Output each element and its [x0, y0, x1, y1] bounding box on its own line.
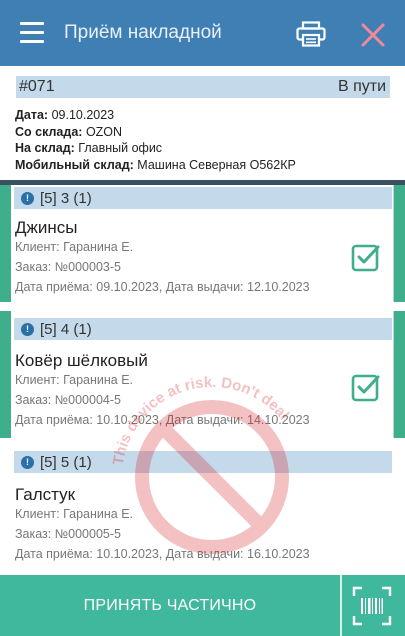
item-name: Ковёр шёлковый	[15, 351, 148, 370]
document-title-bar: #071 В пути	[16, 76, 390, 98]
menu-icon[interactable]	[20, 22, 44, 44]
item-accent-left	[0, 311, 11, 438]
accept-partially-button[interactable]: ПРИНЯТЬ ЧАСТИЧНО	[0, 575, 340, 636]
item-header: [5] 5 (1)	[40, 453, 92, 471]
page-title: Приём накладной	[64, 22, 222, 43]
document-status: В пути	[337, 78, 386, 95]
document-number: #071	[19, 78, 55, 95]
item-order: Заказ: №000003-5	[15, 260, 121, 274]
info-icon: !	[21, 455, 34, 469]
item-order: Заказ: №000005-5	[15, 527, 121, 541]
item-header-bar: ! [5] 3 (1)	[14, 187, 392, 209]
item-accent-left	[0, 185, 11, 302]
document-info: Дата: 09.10.2023 Со склада: OZON На скла…	[15, 107, 296, 173]
item-dates: Дата приёма: 10.10.2023, Дата выдачи: 16…	[15, 547, 310, 561]
item-order: Заказ: №000004-5	[15, 393, 121, 407]
item-header: [5] 3 (1)	[40, 189, 92, 207]
item-header-bar: ! [5] 5 (1)	[14, 451, 392, 473]
list-item[interactable]: ! [5] 3 (1) Джинсы Клиент: Гаранина Е. З…	[0, 185, 405, 302]
bottom-divider	[340, 575, 342, 636]
item-name: Галстук	[15, 485, 76, 504]
document-header: #071 В пути Дата: 09.10.2023 Со склада: …	[12, 72, 393, 178]
item-accent-right	[394, 185, 405, 302]
document-field-from: Со склада: OZON	[15, 124, 123, 139]
document-field-to: На склад: Главный офис	[15, 141, 163, 155]
list-item[interactable]: ! [5] 4 (1) Ковёр шёлковый Клиент: Гаран…	[0, 311, 405, 438]
item-client: Клиент: Гаранина Е.	[15, 240, 134, 254]
item-client: Клиент: Гаранина Е.	[15, 373, 134, 387]
printer-icon[interactable]	[296, 21, 326, 47]
list-item[interactable]: ! [5] 5 (1) Галстук Клиент: Гаранина Е. …	[0, 446, 405, 575]
item-dates: Дата приёма: 09.10.2023, Дата выдачи: 12…	[15, 280, 310, 294]
item-name: Джинсы	[15, 218, 78, 237]
info-icon: !	[21, 191, 34, 205]
item-accent-right	[394, 311, 405, 438]
barcode-scan-icon[interactable]	[352, 586, 392, 626]
document-field-mobile: Мобильный склад: Машина Северная О562КР	[15, 157, 296, 172]
item-client: Клиент: Гаранина Е.	[15, 507, 134, 521]
info-icon: !	[21, 322, 34, 336]
app-bar: Приём накладной	[0, 0, 405, 66]
close-icon[interactable]	[360, 22, 386, 48]
item-header: [5] 4 (1)	[40, 320, 92, 338]
item-header-bar: ! [5] 4 (1)	[14, 318, 392, 340]
item-dates: Дата приёма: 10.10.2023, Дата выдачи: 14…	[15, 413, 310, 427]
checkbox-checked-icon[interactable]	[351, 373, 381, 403]
bottom-action-bar: ПРИНЯТЬ ЧАСТИЧНО	[0, 575, 405, 636]
checkbox-checked-icon[interactable]	[351, 243, 381, 273]
document-field-date: Дата: 09.10.2023	[15, 108, 115, 122]
